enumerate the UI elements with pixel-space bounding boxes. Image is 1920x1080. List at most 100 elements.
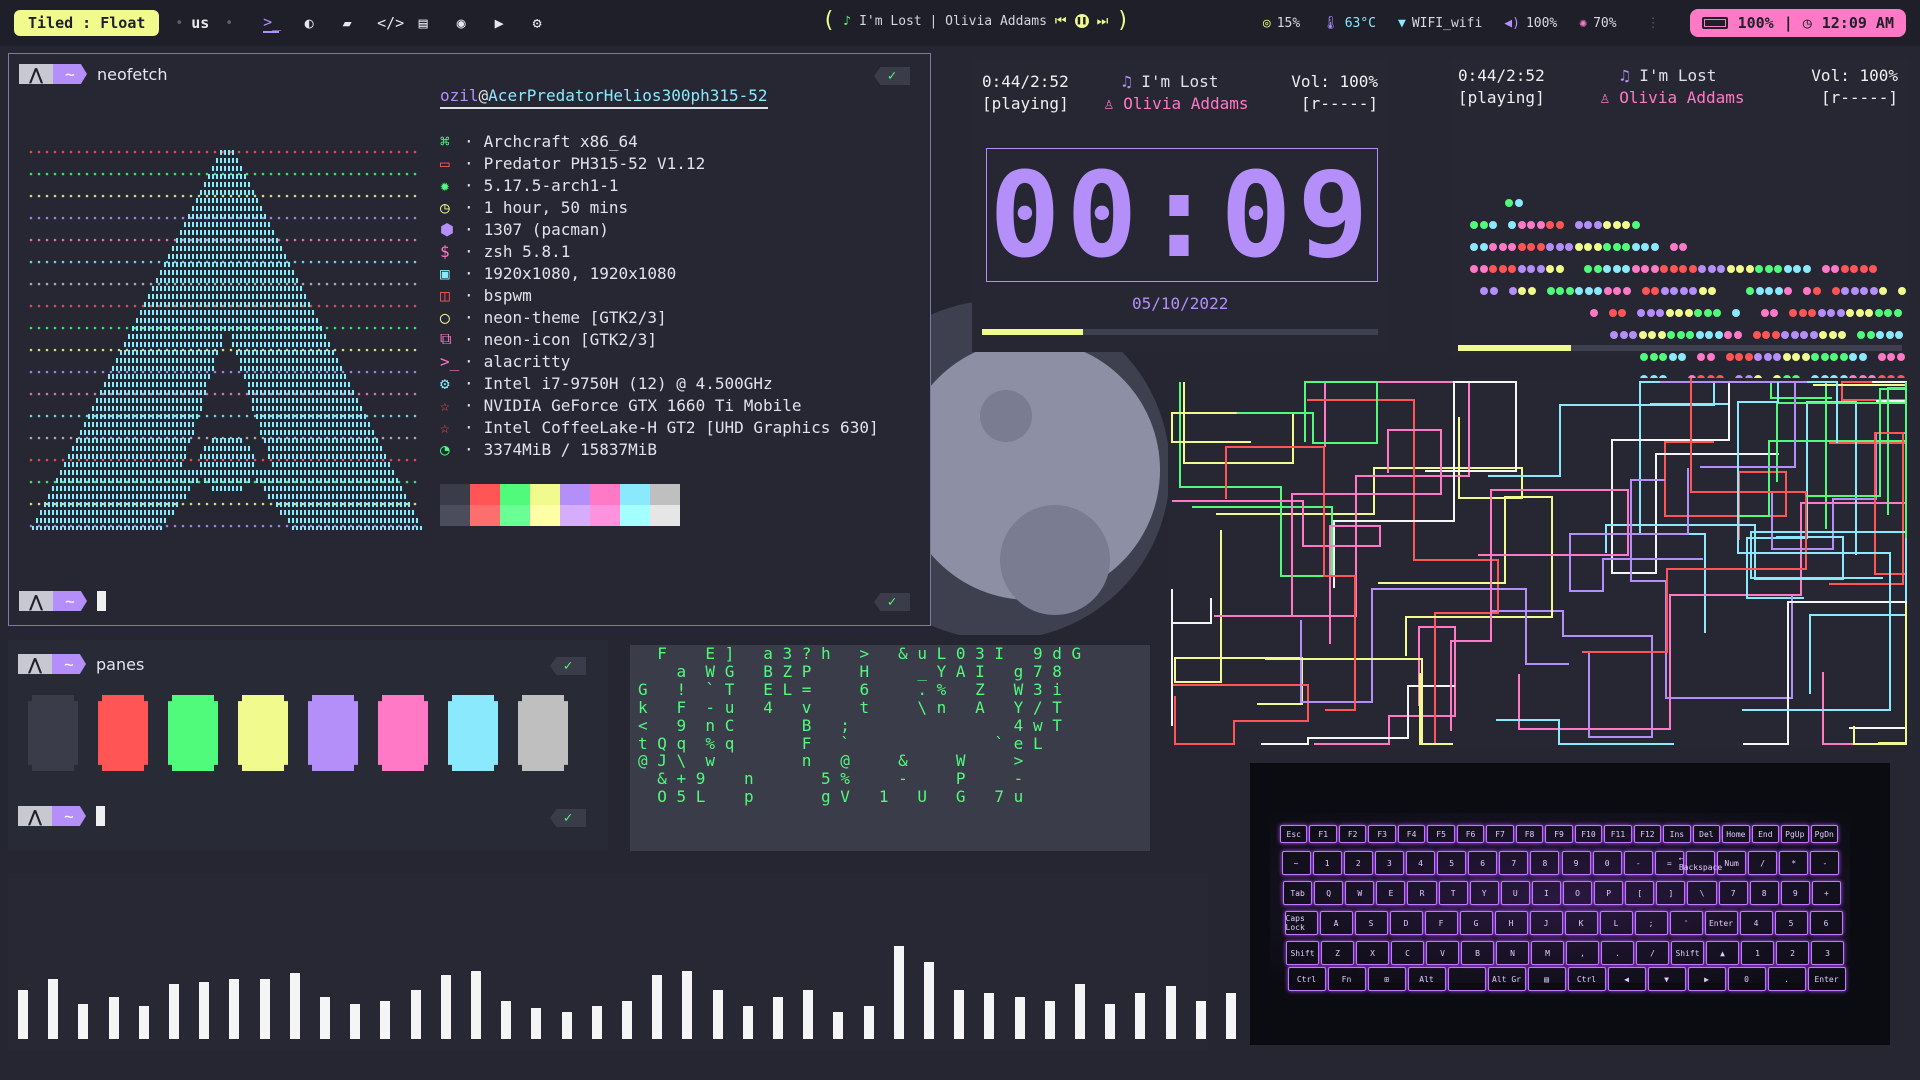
hostname: AcerPredatorHelios300ph315-52 [488,86,768,105]
track-progress[interactable] [1458,345,1902,351]
palette-swatch [470,505,500,526]
battery-clock-pill[interactable]: 100% | ◷ 12:09 AM [1689,9,1906,37]
keyboard-key: F3 [1368,825,1396,843]
chat-icon[interactable]: ◉ [453,14,469,32]
pause-icon[interactable]: ❚❚ [1074,14,1089,28]
bullet-dot: · [464,395,474,415]
firefox-icon[interactable]: ◐ [301,14,317,32]
spectrum-dot [1695,331,1704,339]
keyboard-key: D [1389,911,1423,935]
spectrum-dot [1746,287,1754,295]
keyboard-key: F6 [1456,825,1485,843]
notes-icon[interactable]: ▤ [415,14,431,32]
music-visualizer-widget[interactable]: 0:44/2:52 [playing] ♫ I'm Lost ♙ Olivia … [1450,58,1910,383]
gear-icon[interactable]: ⚙ [529,14,545,32]
keyboard-key: K [1564,911,1598,935]
spectrum-dot [1514,199,1523,207]
visualizer-bar [712,989,723,1039]
neofetch-terminal[interactable]: ⋀ ~ neofetch ✓ ozil@AcerPredatorHelios30… [8,53,931,626]
keyboard-key: S [1354,911,1388,935]
spectrum-dot [1717,265,1725,273]
info-value: 1307 (pacman) [483,219,609,239]
spectrum-dot [1657,331,1666,339]
visualizer-bar [259,978,270,1039]
next-icon[interactable]: ⏭ [1097,14,1109,29]
now-playing[interactable]: ( ♪ I'm Lost | Olivia Addams ⏮ ❚❚ ⏭ ) [822,10,1130,32]
spectrum-dot [1707,265,1716,273]
track-progress[interactable] [982,329,1378,335]
spectrum-dot [1798,309,1807,317]
spectrum-dot [1744,353,1753,361]
thermometer-icon: 🌡︎ [1322,15,1339,31]
spectrum-dot [1536,265,1545,273]
previous-icon[interactable]: ⏮ [1055,14,1067,29]
digital-clock: 00:09 [986,148,1378,282]
bullet-dot: · [464,197,474,217]
info-line: ▣ · 1920x1080, 1920x1080 [440,262,879,284]
arch-icon: ⋀ [18,654,52,674]
rgb-keyboard: Esc F1 F2 F3 F4 F5 F6 F7 F8 F9 F10 F11 F12 Ins Del Home… [1280,825,1860,991]
temperature-status[interactable]: 🌡︎ 63°C [1322,16,1376,31]
spectrum-dot [1631,243,1640,251]
speaker-icon: ◀) [1504,15,1520,31]
spectrum-dot [1641,287,1650,295]
info-value: 3374MiB / 15837MiB [483,439,658,459]
pipes-terminal[interactable] [1168,378,1912,750]
spectrum-dot [1784,287,1792,295]
keyboard-key: F7 [1486,825,1514,843]
keyboard-key: , [1566,941,1599,965]
terminal-icon[interactable]: >_ [263,13,281,33]
spectrum-dot [1629,331,1637,339]
layout-mode-button[interactable]: Tiled : Float [14,10,160,36]
spectrum-dot [1679,243,1687,251]
spectrum-dot [1675,309,1683,317]
youtube-icon[interactable]: ▶ [491,14,507,32]
keyboard-key: ] [1656,881,1686,905]
spectrum-dot [1649,353,1658,361]
spectrum-dot [1686,331,1694,339]
keyboard-key: 9 [1561,851,1591,875]
spectrum-dot [1505,199,1513,207]
color-palette [440,484,680,526]
music-clock-widget[interactable]: 0:44/2:52 [playing] ♫ I'm Lost ♙ Olivia … [972,58,1388,352]
panes-terminal[interactable]: ⋀ ~ panes ✓ ⋀ ~ ✓ [8,640,608,850]
code-icon[interactable]: </> [377,14,404,32]
cmatrix-terminal[interactable]: F E ] a 3 ? h > & u L 0 3 I 9 d G a W G … [620,635,1160,870]
keyboard-key: Y [1469,881,1499,905]
spectrum-dot [1589,309,1598,317]
info-line: ◫ · bspwm [440,284,879,306]
spectrum-dot [1536,221,1545,229]
visualizer-bars [18,874,1327,1039]
keyboard-key: 1 [1741,941,1774,965]
volume-status[interactable]: ◀) 100% [1504,16,1557,31]
keyboard-key: 7 [1718,881,1748,905]
bullet-dot: · [464,417,474,437]
cpu-status[interactable]: ◎ 15% [1263,16,1300,31]
text-cursor [96,806,105,826]
at-sign: @ [478,86,489,105]
visualizer-bar [169,984,179,1039]
keyboard-key: W [1345,881,1375,905]
visualizer-bar [893,945,904,1039]
brightness-status[interactable]: ✺ 70% [1579,16,1616,31]
keyboard-key: 6 [1468,851,1498,875]
spectrum-dot [1879,287,1887,295]
folder-icon[interactable]: ▰ [339,14,355,32]
keyboard-key: 2 [1343,851,1373,875]
visualizer-bar [1135,992,1146,1039]
bullet-dot: · [464,329,474,349]
prompt-line[interactable]: ⋀ ~ [19,591,106,611]
spectrum-dot [1556,287,1564,295]
spectrum-dot [1754,353,1762,361]
spectrum-dot [1877,353,1886,361]
keyboard-layout-label[interactable]: us [191,14,209,32]
prompt-line[interactable]: ⋀ ~ [18,806,105,826]
keyboard-key: F1 [1309,825,1337,843]
star-icon: ☆ [440,395,450,415]
spectrum-dot [1800,331,1808,339]
spectrum-dot [1840,265,1849,273]
keyboard-key: 3 [1811,941,1844,965]
visualizer-bar [410,989,421,1039]
wifi-status[interactable]: ▼ WIFI_wifi [1398,16,1482,31]
spectrum-dot [1508,287,1517,295]
